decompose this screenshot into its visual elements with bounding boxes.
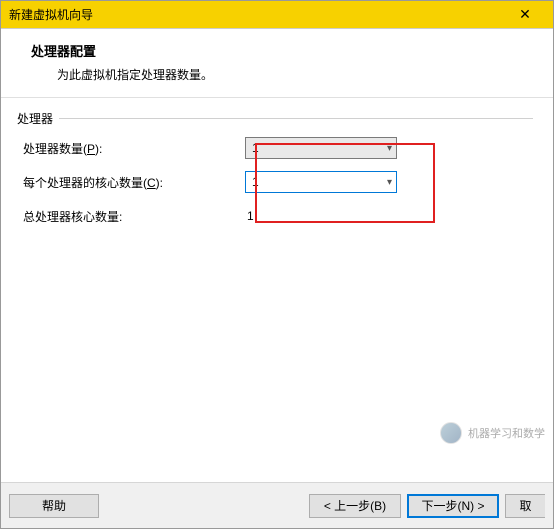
dropdown-value: 1	[252, 175, 259, 189]
chevron-down-icon: ▾	[387, 143, 392, 154]
page-subtitle: 为此虚拟机指定处理器数量。	[31, 66, 531, 83]
close-icon: ✕	[519, 6, 531, 23]
dropdown-value: 1	[252, 141, 259, 155]
label-total-cores: 总处理器核心数量:	[17, 208, 245, 225]
window-title: 新建虚拟机向导	[9, 6, 93, 23]
wizard-header: 处理器配置 为此虚拟机指定处理器数量。	[1, 29, 553, 98]
cancel-button[interactable]: 取	[505, 494, 545, 518]
back-button[interactable]: < 上一步(B)	[309, 494, 401, 518]
wizard-footer: 帮助 < 上一步(B) 下一步(N) > 取	[1, 482, 553, 528]
close-button[interactable]: ✕	[505, 2, 545, 28]
wizard-window: 新建虚拟机向导 ✕ 处理器配置 为此虚拟机指定处理器数量。 处理器 处理器数量(…	[0, 0, 554, 529]
row-cores-per-processor: 每个处理器的核心数量(C): 1 ▾	[17, 165, 533, 199]
next-button[interactable]: 下一步(N) >	[407, 494, 499, 518]
dropdown-processor-count[interactable]: 1 ▾	[245, 137, 397, 159]
label-cores-per-processor: 每个处理器的核心数量(C):	[17, 174, 245, 191]
page-title: 处理器配置	[31, 41, 531, 60]
label-processor-count: 处理器数量(P):	[17, 140, 245, 157]
help-button[interactable]: 帮助	[9, 494, 99, 518]
chevron-down-icon: ▾	[387, 177, 392, 188]
row-processor-count: 处理器数量(P): 1 ▾	[17, 131, 533, 165]
content-area: 处理器 处理器数量(P): 1 ▾ 每个处理器的核心数量(C): 1 ▾	[1, 98, 553, 482]
processor-group: 处理器 处理器数量(P): 1 ▾ 每个处理器的核心数量(C): 1 ▾	[17, 118, 533, 233]
watermark-avatar-icon	[440, 422, 462, 444]
watermark-text: 机器学习和数学	[468, 425, 545, 441]
titlebar: 新建虚拟机向导 ✕	[1, 1, 553, 29]
group-label: 处理器	[17, 110, 59, 127]
row-total-cores: 总处理器核心数量: 1	[17, 199, 533, 233]
dropdown-cores-per-processor[interactable]: 1 ▾	[245, 171, 397, 193]
watermark: 机器学习和数学	[440, 422, 545, 444]
value-total-cores: 1	[245, 209, 254, 223]
